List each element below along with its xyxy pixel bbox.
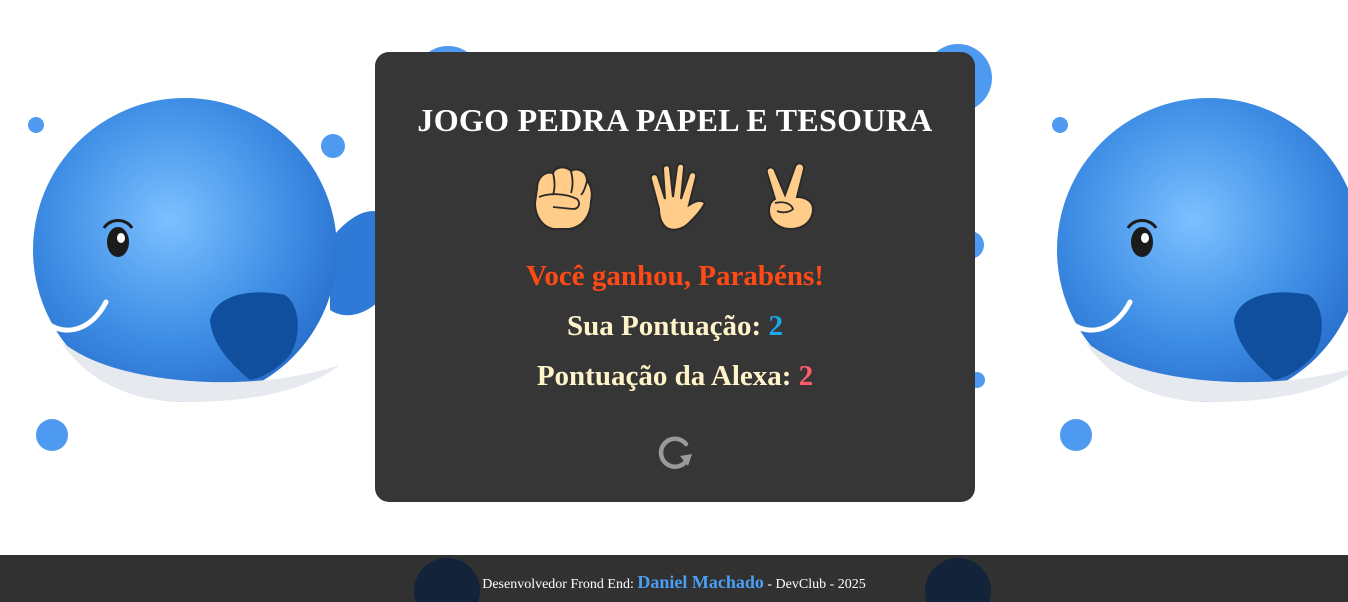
alexa-score-value: 2 [798, 360, 814, 392]
footer-author-link[interactable]: Daniel Machado [637, 572, 764, 592]
user-score-label: Sua Pontuação: [567, 310, 762, 342]
user-score-line: Sua Pontuação: 2 [375, 310, 975, 343]
restart-button[interactable] [656, 434, 694, 472]
footer-prefix: Desenvolvedor Frond End: [482, 577, 634, 592]
paper-button[interactable] [639, 159, 711, 235]
game-title: JOGO PEDRA PAPEL E TESOURA [417, 102, 933, 138]
footer-credits: Desenvolvedor Frond End: Daniel Machado … [0, 572, 1348, 593]
rock-button[interactable] [525, 159, 597, 235]
footer-suffix: - DevClub - 2025 [767, 577, 866, 592]
user-score-value: 2 [768, 310, 783, 342]
victory-hand-scissors-icon [765, 162, 815, 231]
fist-rock-icon [533, 166, 593, 230]
open-hand-paper-icon [649, 162, 707, 231]
scissors-button[interactable] [753, 159, 825, 235]
alexa-score-line: Pontuação da Alexa: 2 [375, 360, 975, 393]
footer: Desenvolvedor Frond End: Daniel Machado … [0, 555, 1348, 602]
choice-buttons [375, 159, 975, 235]
restart-icon [658, 436, 692, 469]
alexa-score-label: Pontuação da Alexa: [536, 360, 792, 392]
result-message: Você ganhou, Parabéns! [526, 260, 824, 292]
